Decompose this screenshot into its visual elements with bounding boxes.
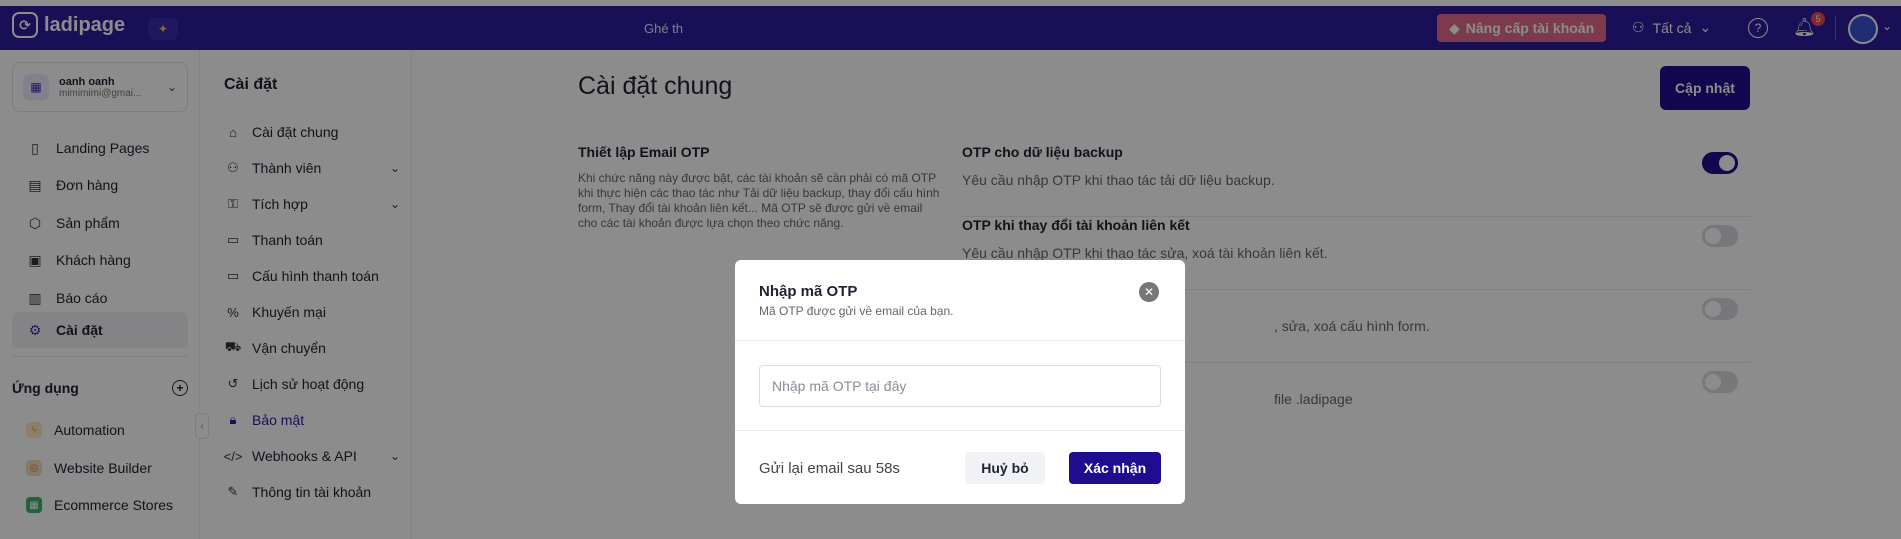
resend-countdown: Gửi lại email sau 58s [759, 460, 900, 477]
confirm-button[interactable]: Xác nhận [1069, 452, 1161, 484]
modal-divider [735, 340, 1185, 341]
modal-divider [735, 430, 1185, 431]
modal-subtitle: Mã OTP được gửi về email của bạn. [759, 304, 954, 318]
otp-input[interactable] [759, 365, 1161, 407]
otp-modal: Nhập mã OTP Mã OTP được gửi về email của… [735, 260, 1185, 504]
cancel-button[interactable]: Huỷ bỏ [965, 452, 1045, 484]
close-icon[interactable]: ✕ [1139, 282, 1159, 302]
modal-title: Nhập mã OTP [759, 283, 858, 300]
